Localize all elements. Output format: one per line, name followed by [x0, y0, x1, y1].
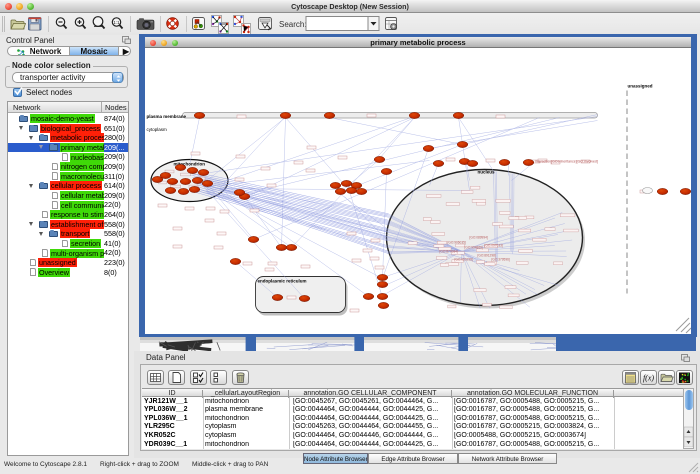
svg-text:[GO:379596]: [GO:379596]: [492, 258, 510, 262]
svg-text:nucleus: nucleus: [478, 170, 496, 175]
svg-text:1:1: 1:1: [113, 20, 120, 25]
svg-text:[GO:877084]: [GO:877084]: [440, 250, 458, 254]
svg-text:Search:: Search:: [279, 20, 307, 29]
svg-text:plasma membrane: plasma membrane: [147, 114, 187, 119]
svg-text:[GO:994869]: [GO:994869]: [465, 246, 483, 250]
svg-text:cytoplasm: cytoplasm: [147, 127, 168, 132]
svg-text:interaction[GO:inheritance][GO: interaction[GO:inheritance][GO:involved]: [535, 160, 598, 164]
svg-text:f(x): f(x): [643, 374, 654, 383]
svg-text:[GO:906035]: [GO:906035]: [448, 241, 466, 245]
svg-text:endoplasmic reticulum: endoplasmic reticulum: [258, 279, 307, 284]
svg-text:[GO:097033]: [GO:097033]: [485, 244, 503, 248]
svg-text:unassigned: unassigned: [628, 84, 653, 89]
svg-text:[GO:089994]: [GO:089994]: [470, 236, 488, 240]
svg-text:[GO:060298]: [GO:060298]: [455, 258, 473, 262]
